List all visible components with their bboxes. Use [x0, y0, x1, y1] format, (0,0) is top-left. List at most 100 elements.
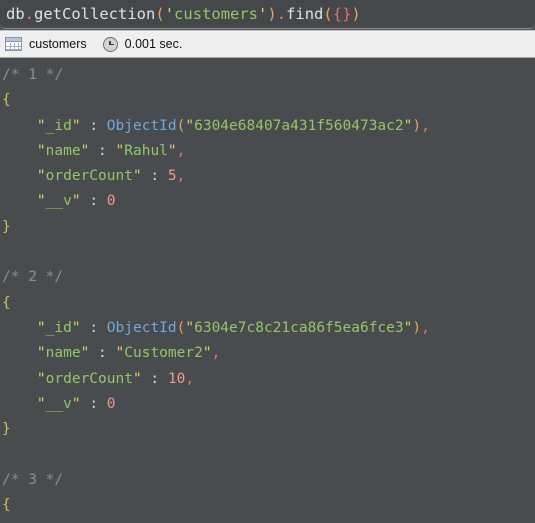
document-index-comment: /* 1 */ — [0, 63, 535, 88]
result-status-bar: customers 0.001 sec. — [0, 30, 535, 58]
document-field: "orderCount" : 5, — [0, 164, 535, 189]
key-quote-open: " — [36, 395, 46, 412]
objectid-paren-close: ) — [412, 319, 422, 336]
value-quote-open: " — [185, 319, 195, 336]
field-key: orderCount — [45, 168, 133, 185]
key-quote-close: " — [71, 319, 81, 336]
document-close-brace: } — [0, 215, 535, 240]
document-index-comment-text: /* 1 */ — [2, 67, 64, 83]
document-field: "__v" : 0 — [0, 189, 535, 214]
document-close-brace: } — [0, 417, 535, 442]
document-index-comment-text: /* 3 */ — [2, 471, 64, 488]
query-token-13: ) — [351, 4, 361, 23]
field-colon: : — [80, 193, 107, 210]
query-token-9: find — [286, 4, 324, 23]
key-quote-close: " — [80, 345, 90, 362]
document-index-comment-text: /* 2 */ — [2, 269, 64, 286]
field-comma: , — [421, 319, 430, 336]
close-brace: } — [2, 218, 11, 235]
result-document[interactable]: /* 3 */ { "_id" : ObjectId("6304e7c8c21ca… — [0, 468, 535, 523]
document-field: "name" : "Customer2", — [0, 341, 535, 366]
document-open-brace: { — [0, 88, 535, 113]
field-value: 5 — [167, 168, 177, 185]
result-document[interactable]: /* 1 */ { "_id" : ObjectId("6304e68407a43… — [0, 63, 535, 240]
query-token-6: ' — [258, 4, 268, 23]
objectid-paren-close: ) — [412, 117, 422, 134]
clock-icon — [102, 36, 118, 52]
field-value: 6304e68407a431f560473ac2 — [194, 117, 404, 134]
field-value: Rahul — [124, 142, 168, 159]
document-field: "name" : "Rahul", — [0, 139, 535, 164]
field-value: 10 — [167, 370, 186, 387]
query-duration-label: 0.001 sec. — [124, 37, 183, 51]
key-quote-open: " — [36, 193, 46, 210]
field-colon: : — [89, 142, 116, 159]
query-token-3: ( — [155, 4, 165, 23]
table-grid-icon — [5, 37, 22, 51]
field-colon: : — [141, 168, 168, 185]
field-key: __v — [45, 193, 72, 210]
document-index-comment: /* 2 */ — [0, 265, 535, 290]
key-quote-open: " — [36, 117, 46, 134]
field-comma: , — [211, 345, 221, 362]
key-quote-open: " — [36, 370, 46, 387]
field-comma: , — [176, 168, 186, 185]
objectid-fn: ObjectId — [106, 117, 177, 134]
key-quote-open: " — [36, 319, 46, 336]
result-document[interactable]: /* 2 */ { "_id" : ObjectId("6304e7c8c21ca… — [0, 265, 535, 442]
key-quote-close: " — [132, 370, 142, 387]
field-comma: , — [421, 117, 430, 134]
query-text[interactable]: db.getCollection('customers').find({}) — [6, 0, 361, 28]
field-value: 6304e7c8c21ca86f5ea6fce3 — [194, 319, 404, 336]
document-field: "_id" : ObjectId("6304e7c8c21ca86f5ea6fc… — [0, 316, 535, 341]
document-open-brace: { — [0, 291, 535, 316]
objectid-fn: ObjectId — [106, 319, 177, 336]
query-token-1: . — [24, 4, 35, 23]
open-brace: { — [2, 497, 11, 514]
query-token-5: customers — [174, 4, 259, 23]
query-token-4: ' — [164, 4, 175, 23]
field-value: 0 — [106, 193, 116, 210]
key-quote-open: " — [36, 168, 46, 185]
query-token-11: { — [332, 4, 343, 23]
field-colon: : — [80, 117, 107, 134]
query-token-0: db — [6, 4, 25, 23]
field-colon: : — [80, 395, 107, 412]
field-key: orderCount — [45, 370, 133, 387]
value-quote-close: " — [202, 345, 212, 362]
field-colon: : — [89, 345, 116, 362]
document-field: "_id" : ObjectId("6304e68407a431f560473a… — [0, 114, 535, 139]
value-quote-open: " — [115, 142, 125, 159]
query-token-10: ( — [323, 4, 333, 23]
field-colon: : — [141, 370, 168, 387]
field-key: name — [45, 142, 81, 159]
field-comma: , — [176, 142, 186, 159]
results-pane[interactable]: /* 1 */ { "_id" : ObjectId("6304e68407a43… — [0, 59, 535, 523]
value-quote-open: " — [185, 117, 195, 134]
key-quote-close: " — [71, 193, 81, 210]
query-editor-bar[interactable]: db.getCollection('customers').find({}) — [0, 0, 535, 29]
document-open-brace: { — [0, 493, 535, 518]
close-brace: } — [2, 421, 11, 438]
query-token-8: . — [276, 4, 287, 23]
field-value: Customer2 — [124, 345, 203, 362]
query-token-2: getCollection — [34, 4, 156, 23]
field-comma: , — [185, 370, 195, 387]
open-brace: { — [2, 294, 11, 311]
field-colon: : — [80, 319, 107, 336]
field-key: name — [45, 345, 81, 362]
value-quote-close: " — [167, 142, 177, 159]
field-key: _id — [45, 319, 72, 336]
open-brace: { — [2, 92, 11, 109]
key-quote-open: " — [36, 142, 46, 159]
